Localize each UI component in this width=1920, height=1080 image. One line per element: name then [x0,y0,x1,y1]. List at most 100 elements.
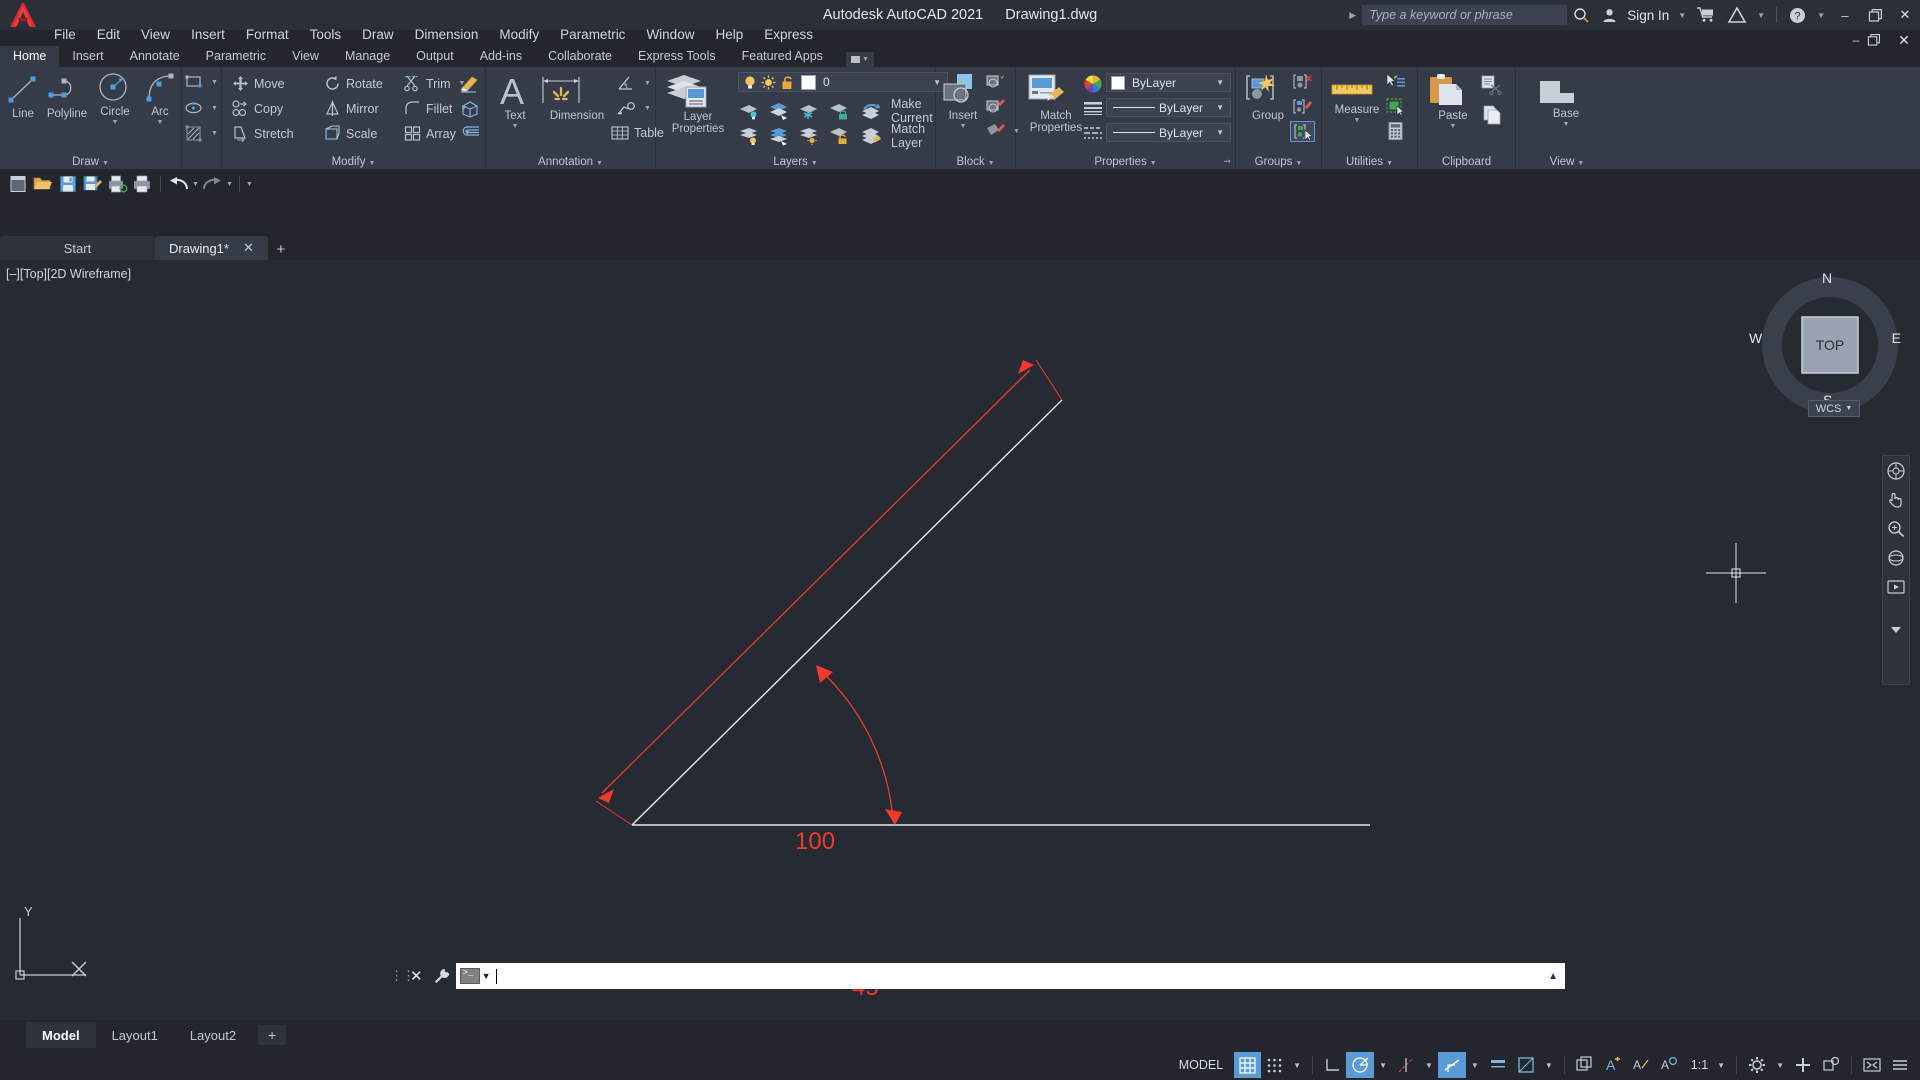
wrench-icon[interactable] [429,968,456,985]
paste-button[interactable]: Paste ▼ [1426,73,1480,130]
offset-button[interactable] [460,125,480,142]
command-line-grip[interactable]: ⋮⋮ [390,968,415,984]
plus-icon[interactable] [1789,1052,1817,1078]
user-icon[interactable] [1596,0,1623,30]
paste-chevron-down-icon[interactable]: ▼ [1426,123,1480,130]
undo-icon[interactable] [167,172,190,196]
layer-lock-icon[interactable] [828,102,849,120]
drawing-canvas[interactable]: [–][Top][2D Wireframe] 100 45° [0,260,1920,1020]
edit-attribute-button[interactable]: ▼ [986,123,1020,140]
isolate-icon[interactable] [1817,1052,1845,1078]
saveas-icon[interactable] [81,172,104,196]
minimize-button[interactable]: – [1830,0,1860,30]
leader-chevron-down-icon[interactable]: ▼ [644,105,651,112]
autodesk-app-icon[interactable] [1722,0,1752,30]
file-tab-close-icon[interactable]: ✕ [243,240,254,256]
ribbon-tab-collaborate[interactable]: Collaborate [535,46,625,67]
search-expand-arrow[interactable]: ▶ [1349,10,1356,21]
ribbon-tab-view[interactable]: View [279,46,332,67]
hatch-chevron-down-icon[interactable]: ▼ [211,130,218,137]
menu-item-format[interactable]: Format [235,24,299,46]
sign-in-label[interactable]: Sign In [1623,8,1673,23]
viewcube-west-label[interactable]: W [1749,330,1762,346]
transparency-icon[interactable] [1512,1052,1540,1078]
ribbon-tab-insert[interactable]: Insert [59,46,116,67]
properties-dialog-launcher-icon[interactable]: ➞ [1223,156,1231,167]
ribbon-tab-express-tools[interactable]: Express Tools [625,46,729,67]
layer-properties-button[interactable]: Layer Properties [662,72,734,136]
stretch-button[interactable]: Stretch [232,125,294,143]
lineweight-combo[interactable]: ByLayer ▼ [1106,98,1231,117]
rectangle-chevron-down-icon[interactable]: ▼ [211,79,218,86]
layer-isolate-icon[interactable] [768,102,789,120]
menu-item-modify[interactable]: Modify [489,24,550,46]
ribbon-tab-home[interactable]: Home [0,46,60,67]
menu-item-insert[interactable]: Insert [181,24,236,46]
workspace-chevron-down-icon[interactable]: ▼ [1771,1061,1789,1070]
showmotion-icon[interactable] [1887,578,1905,596]
gear-icon[interactable] [1743,1052,1771,1078]
ribbon-tab-output[interactable]: Output [403,46,467,67]
menu-item-draw[interactable]: Draw [352,24,405,46]
ortho-icon[interactable] [1319,1052,1346,1078]
circle-button[interactable]: Circle ▼ [93,71,137,126]
wcs-selector[interactable]: WCS ▼ [1808,400,1860,417]
steering-wheel-icon[interactable] [1887,462,1905,480]
snap-chevron-down-icon[interactable]: ▼ [1288,1061,1306,1070]
cart-icon[interactable] [1691,0,1722,30]
menu-item-file[interactable]: File [46,24,86,46]
copy-clip-button[interactable] [1482,105,1502,125]
ribbon-tab-annotate[interactable]: Annotate [117,46,193,67]
sun-icon[interactable] [761,75,776,90]
command-history-chevron-down-icon[interactable]: ▼ [482,971,491,981]
grid-icon[interactable] [1234,1052,1262,1078]
layout-tab-layout2[interactable]: Layout2 [174,1022,252,1048]
dimension-style-button[interactable]: ▼ [616,75,651,92]
text-chevron-down-icon[interactable]: ▼ [492,123,538,130]
rotate-button[interactable]: Rotate [324,75,383,92]
color-combo-chevron-down-icon[interactable]: ▼ [1216,78,1224,87]
text-button[interactable]: A Text ▼ [492,71,538,130]
viewcube-north-label[interactable]: N [1822,270,1832,286]
linetype-combo-chevron-down-icon[interactable]: ▼ [1216,128,1224,137]
layer-freeze-icon[interactable] [798,102,819,120]
group-selection-on-button[interactable] [1290,121,1315,142]
transparency-chevron-down-icon[interactable]: ▼ [1540,1061,1558,1070]
ribbon-tab-featured-apps[interactable]: Featured Apps [729,46,836,67]
pan-icon[interactable] [1887,491,1905,509]
doc-minimize-button[interactable]: – [1844,33,1868,47]
close-button[interactable]: ✕ [1890,0,1920,30]
menu-item-tools[interactable]: Tools [299,24,352,46]
orbit-icon[interactable] [1887,549,1905,567]
osnap-icon[interactable] [1437,1052,1466,1078]
hatch-button[interactable]: ▼ [185,125,218,142]
command-input-wrapper[interactable]: ▼ ▲ [455,963,1565,989]
rectangle-button[interactable]: ▼ [185,74,218,90]
new-icon[interactable] [6,172,29,196]
layers-panel-chevron-down-icon[interactable]: ▼ [811,160,818,167]
selection-cycling-icon[interactable] [1571,1052,1599,1078]
customize-icon[interactable]: ▼ [246,181,253,188]
match-layer-label[interactable]: Match Layer [891,122,935,150]
viewcube-east-label[interactable]: E [1892,330,1901,346]
annotation-monitor-icon[interactable]: A [1599,1052,1627,1078]
autocad-logo[interactable] [0,0,46,30]
scale-chevron-down-icon[interactable]: ▼ [1712,1061,1730,1070]
ellipse-button[interactable]: ▼ [185,100,218,116]
measure-chevron-down-icon[interactable]: ▼ [1328,117,1386,124]
snap-icon[interactable] [1261,1052,1288,1078]
model-space-button[interactable]: MODEL [1168,1058,1234,1072]
base-view-button[interactable]: Base ▼ [1534,79,1598,128]
insert-chevron-down-icon[interactable]: ▼ [940,123,986,130]
plot-icon[interactable] [131,172,154,196]
layer-on-icon[interactable] [738,127,759,145]
leader-button[interactable]: ▼ [616,100,651,117]
undo-chevron-down-icon[interactable]: ▼ [192,181,199,188]
osnap-track-icon[interactable] [1392,1052,1420,1078]
explode-button[interactable] [460,100,480,118]
menu-item-help[interactable]: Help [705,24,754,46]
view-cube[interactable]: TOP N S E W [1749,270,1901,413]
arc-chevron-down-icon[interactable]: ▼ [140,119,180,126]
erase-button[interactable] [460,75,480,93]
menu-item-dimension[interactable]: Dimension [404,24,489,46]
